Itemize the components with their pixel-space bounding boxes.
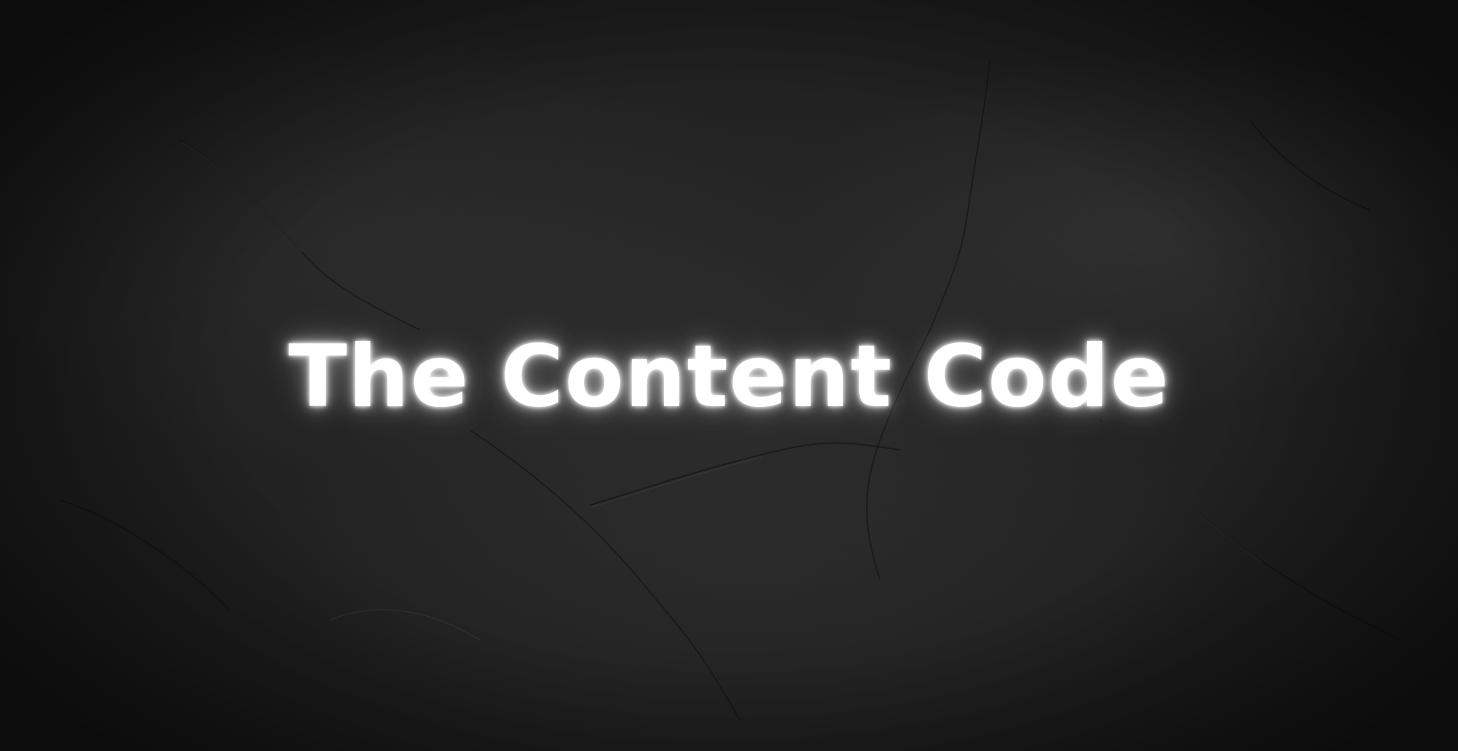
stone-texture-background: The Content Code [0, 0, 1458, 751]
headline: The Content Code [288, 327, 1170, 427]
